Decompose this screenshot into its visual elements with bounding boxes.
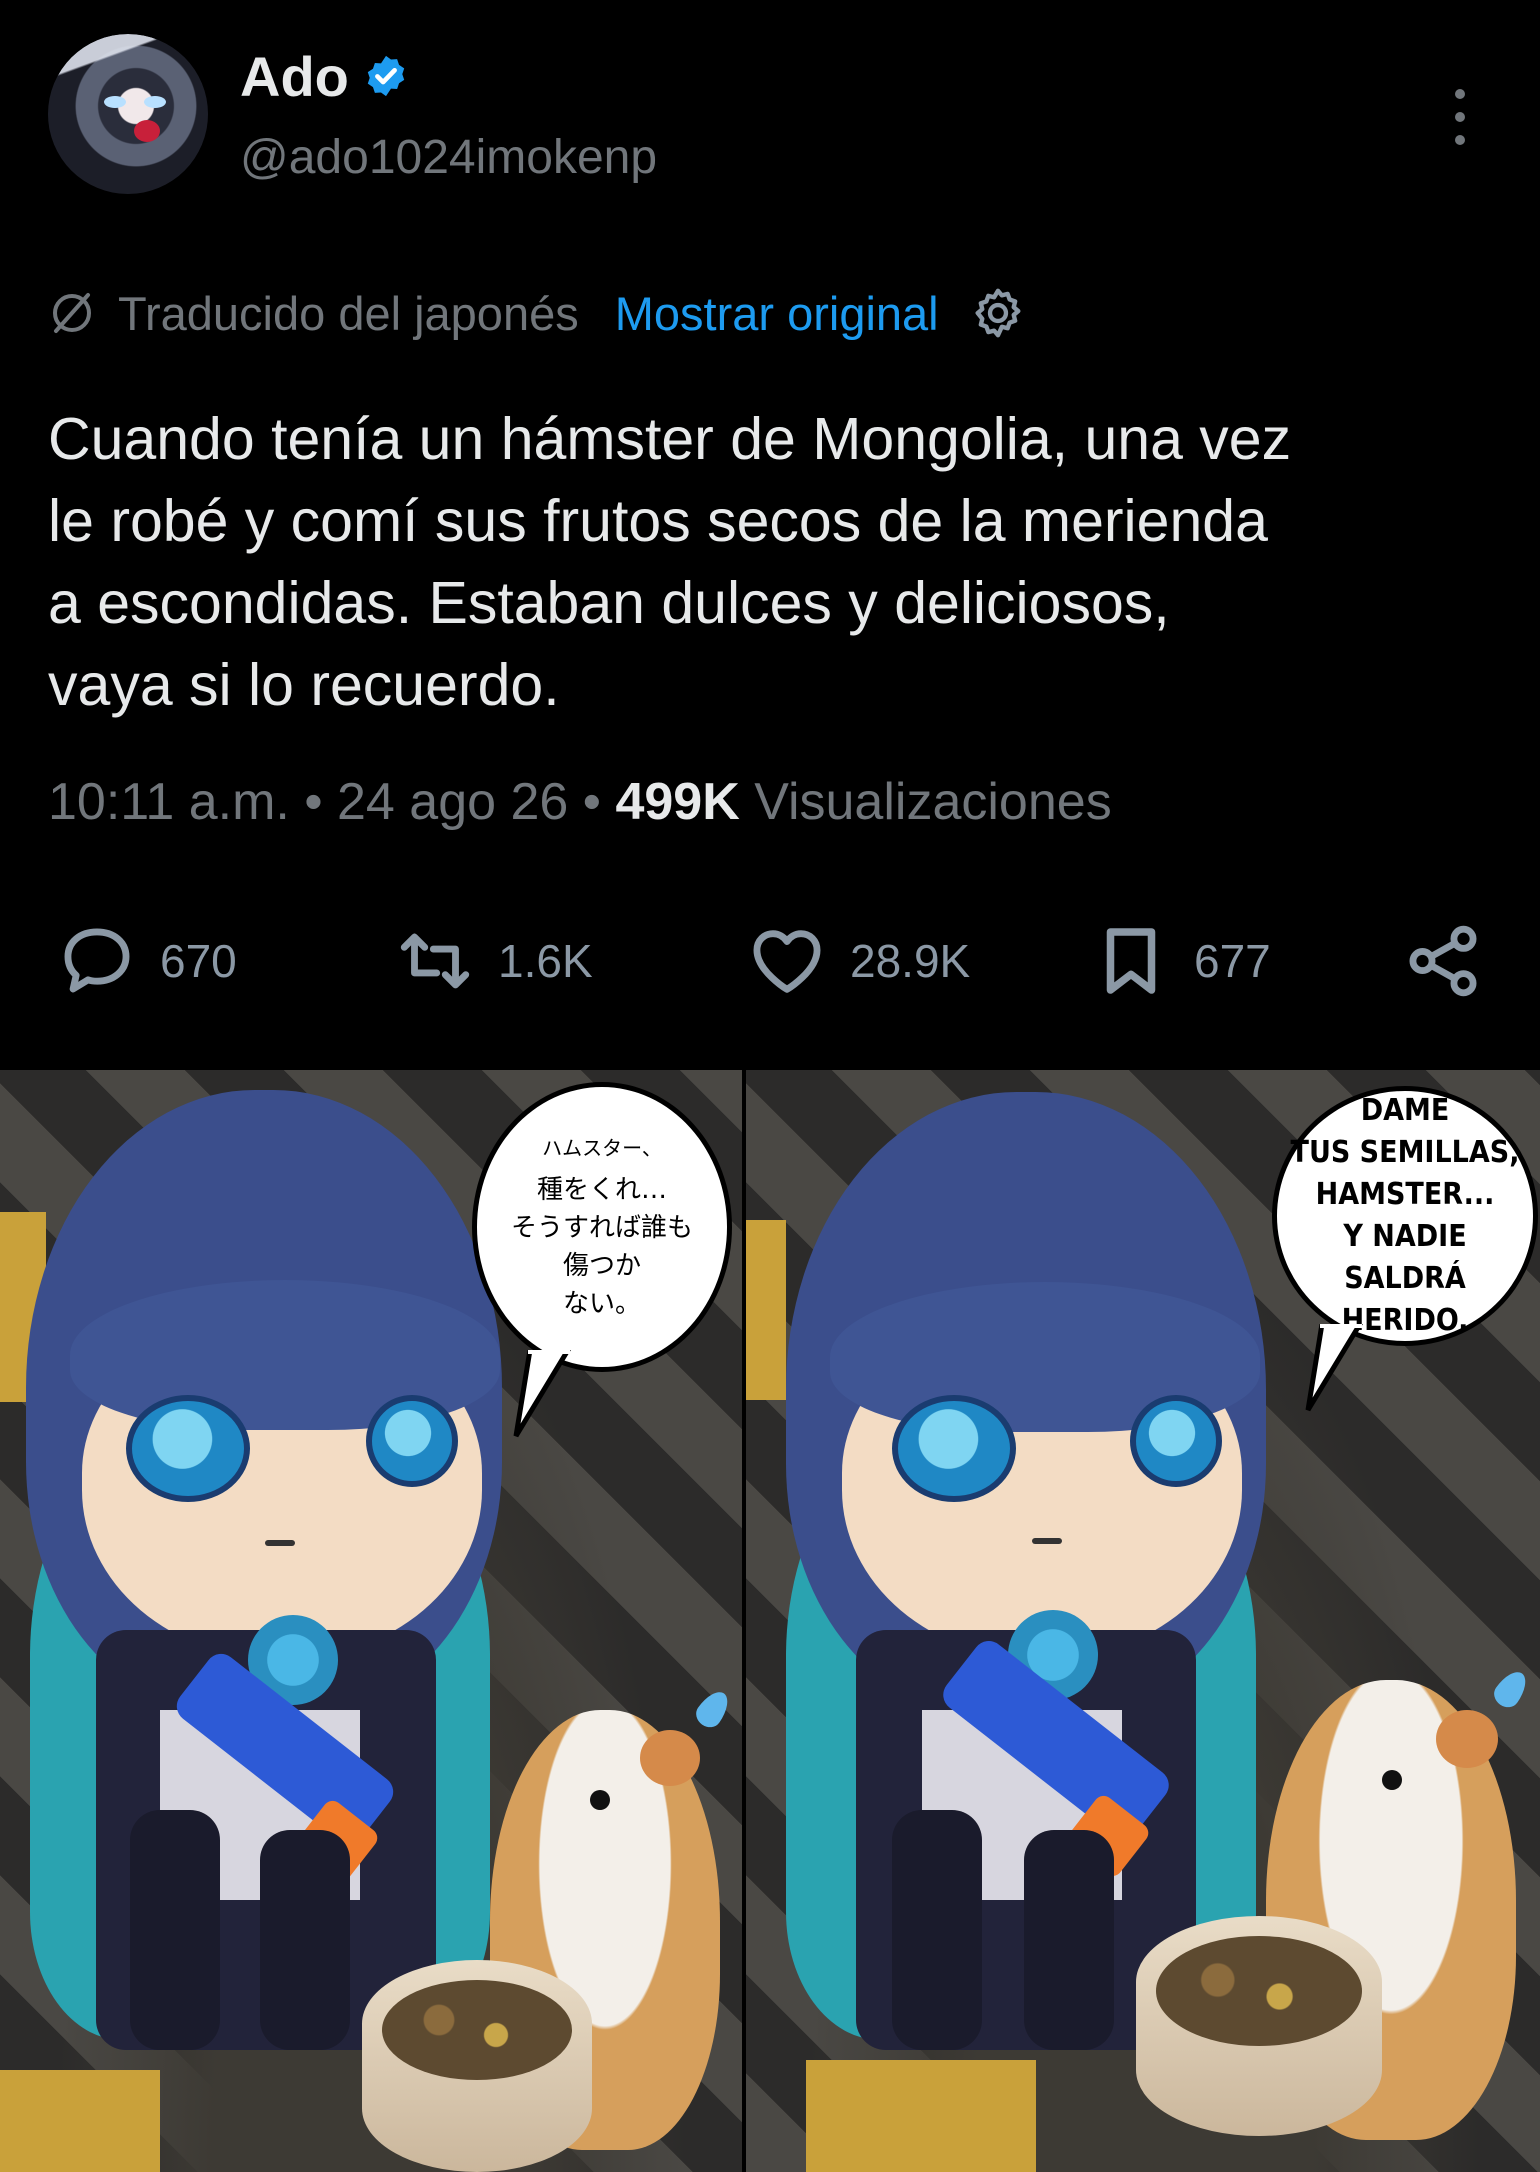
bubble-line: Y NADIE <box>1343 1219 1467 1254</box>
avatar-hair <box>48 34 208 194</box>
more-options-icon[interactable] <box>1440 84 1480 150</box>
bowl-seeds <box>1156 1936 1362 2046</box>
bubble-line: DAME <box>1360 1093 1450 1128</box>
plush-leg <box>260 1830 350 2050</box>
speech-bubble-japanese: ハムスター、 種をくれ… そうすれば誰も 傷つか ない。 <box>472 1082 732 1372</box>
reply-count: 670 <box>160 935 237 987</box>
plush-mouth <box>1032 1538 1062 1544</box>
rug-pattern <box>806 2060 1036 2172</box>
meta-separator: • <box>582 773 601 831</box>
hamster-eye <box>1382 1770 1402 1790</box>
repost-button[interactable]: 1.6K <box>394 924 593 998</box>
rug-pattern <box>746 1220 786 1400</box>
plush-eye-right <box>1130 1395 1222 1487</box>
plush-eye-left <box>892 1395 1016 1502</box>
rug-pattern <box>0 2070 160 2172</box>
bubble-line: ハムスター、 <box>542 1135 662 1160</box>
tweet-image-left[interactable]: ハムスター、 種をくれ… そうすれば誰も 傷つか ない。 <box>0 1070 742 2172</box>
tweet-text: Cuando tenía un hámster de Mongolia, una… <box>48 398 1508 726</box>
verified-badge-icon <box>367 55 405 97</box>
avatar-eye-left <box>104 96 126 108</box>
tweet-image-right[interactable]: DAME TUS SEMILLAS, HAMSTER... Y NADIE SA… <box>746 1070 1540 2172</box>
tweet-line: a escondidas. Estaban dulces y delicioso… <box>48 570 1170 636</box>
plush-eye-left <box>126 1395 250 1502</box>
bookmark-icon <box>1106 928 1156 994</box>
speech-bubble-tail <box>1305 1324 1363 1412</box>
tweet-date[interactable]: 24 ago 26 <box>337 773 568 831</box>
plush-leg <box>130 1810 220 2050</box>
views-label: Visualizaciones <box>754 773 1112 831</box>
avatar[interactable] <box>48 34 208 194</box>
sweat-drop <box>1489 1665 1533 1713</box>
tweet-line: le robé y comí sus frutos secos de la me… <box>48 488 1268 554</box>
bubble-line: そうすれば誰も <box>510 1212 693 1243</box>
bowl-seeds <box>382 1980 572 2080</box>
translation-label: Traducido del japonés <box>118 286 579 340</box>
like-button[interactable]: 28.9K <box>746 924 970 998</box>
author-name[interactable]: Ado <box>240 44 349 109</box>
action-bar: 670 1.6K 28.9K 677 <box>0 900 1540 1020</box>
translation-row: Traducido del japonés Mostrar original <box>48 278 1027 348</box>
like-icon <box>753 930 821 993</box>
plush-leg <box>892 1810 982 2050</box>
tweet-meta: 10:11 a.m. • 24 ago 26 • 499K Visualizac… <box>48 772 1112 832</box>
sweat-drop <box>691 1685 735 1733</box>
tweet-line: Cuando tenía un hámster de Mongolia, una… <box>48 406 1292 472</box>
hamster-eye <box>590 1790 610 1810</box>
tweet-line: vaya si lo recuerdo. <box>48 652 560 718</box>
bubble-line: 傷つか <box>562 1250 641 1281</box>
show-original-link[interactable]: Mostrar original <box>615 286 939 341</box>
reply-icon <box>64 928 130 993</box>
bubble-line: TUS SEMILLAS, <box>1290 1135 1520 1170</box>
plush-eye-right <box>366 1395 458 1487</box>
bubble-line: HAMSTER... <box>1315 1177 1495 1212</box>
hamster-ear <box>1436 1710 1498 1768</box>
views-count: 499K <box>615 773 740 831</box>
share-button[interactable] <box>1402 924 1484 998</box>
bubble-line: ない。 <box>562 1288 641 1319</box>
author-name-row[interactable]: Ado <box>240 44 409 108</box>
bookmark-button[interactable]: 677 <box>1090 924 1271 998</box>
author-handle[interactable]: @ado1024imokenp <box>240 130 657 185</box>
avatar-eye-right <box>144 96 166 108</box>
plush-mouth <box>265 1540 295 1546</box>
translate-icon <box>53 293 91 333</box>
hamster-ear <box>640 1730 700 1786</box>
plush-leg <box>1024 1830 1114 2050</box>
bookmark-count: 677 <box>1194 935 1271 987</box>
tweet-time[interactable]: 10:11 a.m. <box>48 773 290 831</box>
avatar-mouth <box>134 120 160 142</box>
meta-separator: • <box>304 773 323 831</box>
repost-icon <box>400 933 470 989</box>
bubble-line: 種をくれ… <box>536 1174 667 1205</box>
reply-button[interactable]: 670 <box>56 924 237 998</box>
gear-icon[interactable] <box>969 284 1027 342</box>
repost-count: 1.6K <box>498 935 593 987</box>
like-count: 28.9K <box>850 935 971 987</box>
speech-bubble-tail <box>513 1350 571 1438</box>
share-icon <box>1409 925 1477 997</box>
speech-bubble-spanish: DAME TUS SEMILLAS, HAMSTER... Y NADIE SA… <box>1272 1086 1538 1346</box>
